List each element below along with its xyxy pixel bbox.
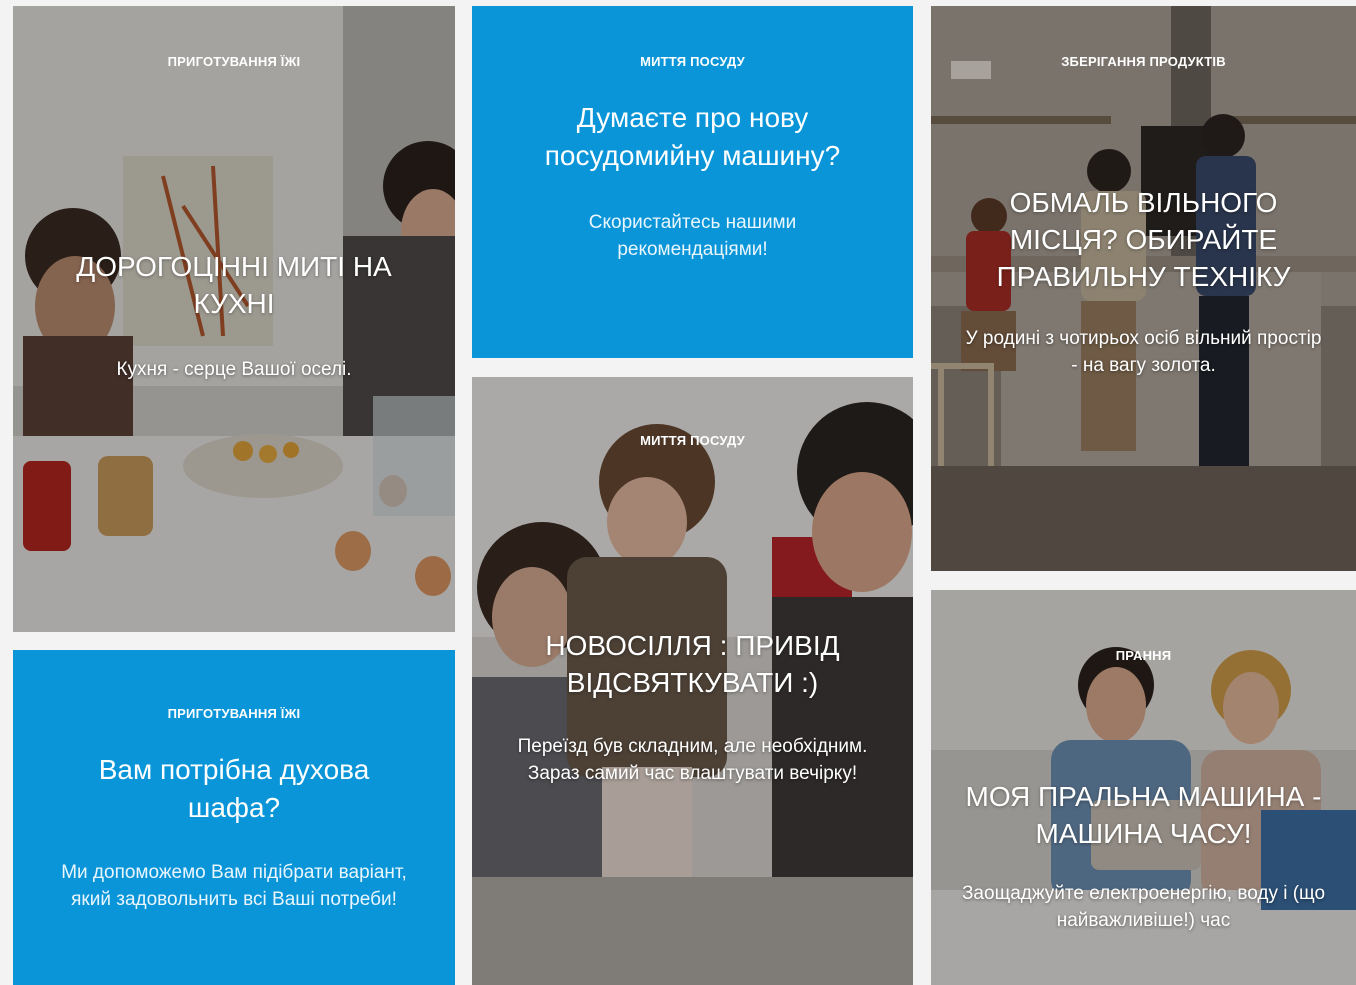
articles-grid: ПРИГОТУВАННЯ ЇЖІ ДОРОГОЦІННІ МИТІ НА КУХ… [0,0,1356,985]
article-tile-storage[interactable]: ЗБЕРІГАННЯ ПРОДУКТІВ ОБМАЛЬ ВІЛЬНОГО МІС… [931,6,1356,571]
article-tile-kitchen-moments[interactable]: ПРИГОТУВАННЯ ЇЖІ ДОРОГОЦІННІ МИТІ НА КУХ… [13,6,455,632]
tile-description: У родині з чотирьох осіб вільний простір… [965,328,1322,376]
tile-description: Скористайтесь нашими рекомендаціями! [588,212,797,260]
tile-title: ОБМАЛЬ ВІЛЬНОГО МІСЦЯ? ОБИРАЙТЕ ПРАВИЛЬН… [996,187,1291,292]
tile-category: МИТТЯ ПОСУДУ [640,433,745,448]
tile-description: Ми допоможемо Вам підібрати варіант, яки… [61,862,407,910]
tile-title: Думаєте про нову посудомийну машину? [544,102,841,171]
tile-description: Заощаджуйте електроенергію, воду і (що н… [961,883,1326,931]
tile-title: МОЯ ПРАЛЬНА МАШИНА - МАШИНА ЧАСУ! [965,781,1322,849]
article-tile-oven[interactable]: ПРИГОТУВАННЯ ЇЖІ Вам потрібна духова шаф… [13,650,455,985]
article-tile-new-dishwasher[interactable]: МИТТЯ ПОСУДУ Думаєте про нову посудомийн… [472,6,913,358]
tile-title: Вам потрібна духова шафа? [98,754,370,823]
tile-description: Кухня - серце Вашої оселі. [116,359,352,380]
tile-title: НОВОСІЛЛЯ : ПРИВІД ВІДСВЯТКУВАТИ :) [545,630,840,698]
tile-category: ЗБЕРІГАННЯ ПРОДУКТІВ [1061,54,1226,69]
tile-description: Переїзд був складним, але необхідним. За… [517,736,868,784]
article-tile-housewarming[interactable]: МИТТЯ ПОСУДУ НОВОСІЛЛЯ : ПРИВІД ВІДСВЯТК… [472,377,913,985]
tile-title: ДОРОГОЦІННІ МИТІ НА КУХНІ [76,251,392,319]
tile-category: ПРАННЯ [1115,648,1172,663]
tile-category: ПРИГОТУВАННЯ ЇЖІ [167,706,301,721]
article-tile-laundry[interactable]: ПРАННЯ МОЯ ПРАЛЬНА МАШИНА - МАШИНА ЧАСУ!… [931,590,1356,985]
tile-category: МИТТЯ ПОСУДУ [640,54,745,69]
tile-category: ПРИГОТУВАННЯ ЇЖІ [167,54,301,69]
